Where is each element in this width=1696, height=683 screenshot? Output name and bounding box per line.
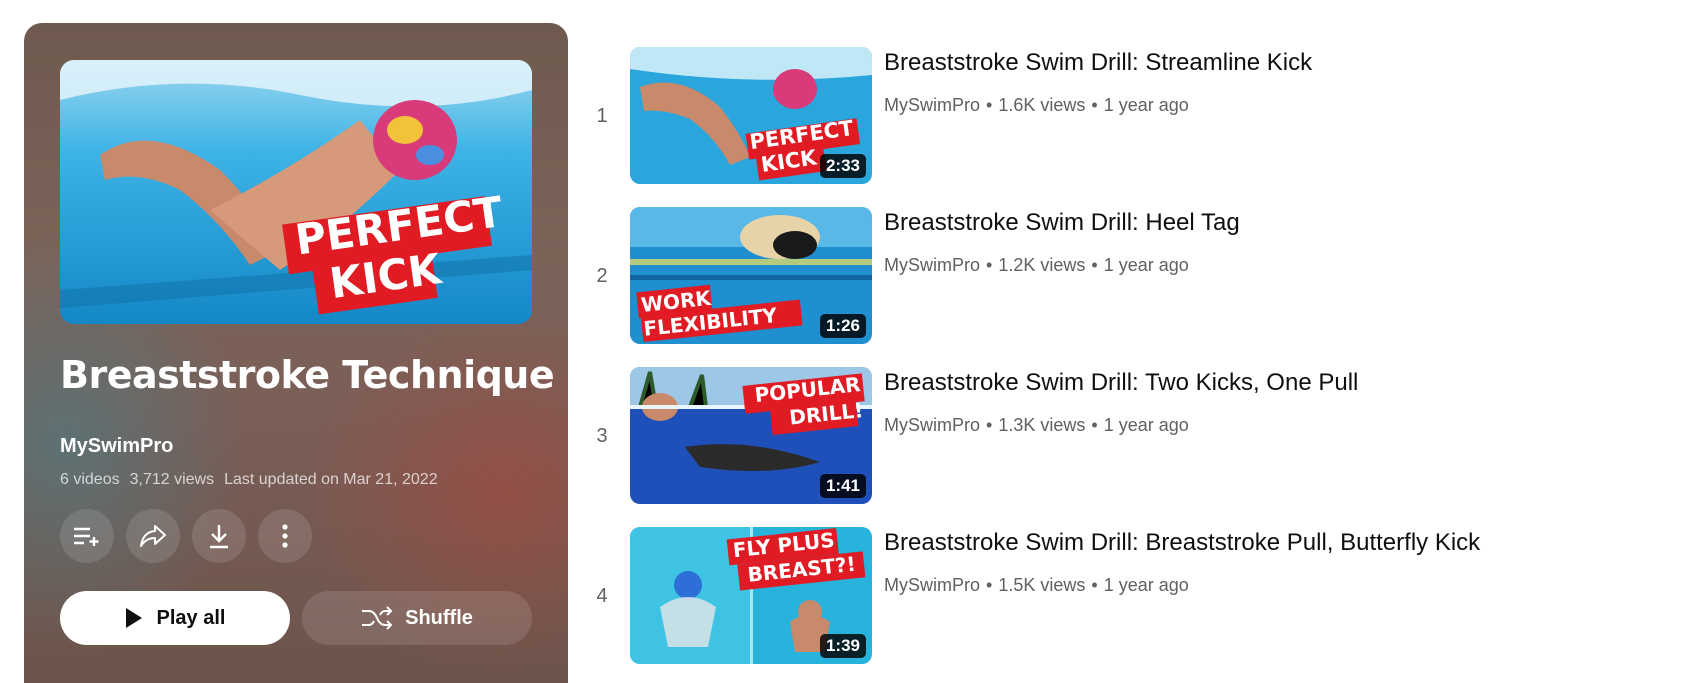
video-index: 1 bbox=[596, 105, 608, 127]
video-index: 2 bbox=[596, 265, 608, 287]
video-views: 1.5K views bbox=[998, 575, 1086, 595]
share-button[interactable] bbox=[126, 509, 180, 563]
more-options-button[interactable] bbox=[258, 509, 312, 563]
last-updated: Last updated on Mar 21, 2022 bbox=[224, 471, 438, 488]
separator-dot: • bbox=[1091, 95, 1098, 115]
separator-dot: • bbox=[986, 415, 993, 435]
video-views: 1.2K views bbox=[998, 255, 1086, 275]
video-list-item[interactable]: 2 WORK FLEXIBILITY 1:26 Breaststroke Swi… bbox=[590, 207, 1670, 345]
playlist-action-icons bbox=[60, 509, 312, 563]
separator-dot: • bbox=[986, 575, 993, 595]
video-title[interactable]: Breaststroke Swim Drill: Two Kicks, One … bbox=[884, 369, 1358, 397]
playlist-hero-thumbnail[interactable]: PERFECT KICK bbox=[60, 60, 532, 324]
video-age: 1 year ago bbox=[1103, 95, 1189, 115]
video-channel[interactable]: MySwimPro bbox=[884, 575, 980, 595]
playlist-views: 3,712 views bbox=[129, 471, 215, 488]
video-meta: MySwimPro • 1.5K views • 1 year ago bbox=[884, 575, 1189, 596]
play-icon bbox=[125, 608, 142, 628]
playlist-stats: 6 videos 3,712 views Last updated on Mar… bbox=[60, 471, 438, 489]
playlist-channel-link[interactable]: MySwimPro bbox=[60, 435, 173, 458]
video-duration: 1:26 bbox=[819, 314, 866, 338]
separator-dot: • bbox=[1091, 415, 1098, 435]
video-title[interactable]: Breaststroke Swim Drill: Streamline Kick bbox=[884, 49, 1312, 77]
playlist-header-panel: PERFECT KICK Breaststroke Technique MySw… bbox=[24, 23, 568, 683]
play-all-label: Play all bbox=[156, 606, 226, 629]
video-thumbnail[interactable]: PERFECT KICK 2:33 bbox=[630, 47, 872, 184]
video-duration: 2:33 bbox=[819, 154, 866, 178]
shuffle-button[interactable]: Shuffle bbox=[302, 591, 532, 645]
video-title[interactable]: Breaststroke Swim Drill: Breaststroke Pu… bbox=[884, 529, 1480, 557]
video-list-item[interactable]: 3 POPULAR DRILL! 1:41 Breaststroke Swim … bbox=[590, 367, 1670, 505]
separator-dot: • bbox=[1091, 255, 1098, 275]
video-meta: MySwimPro • 1.2K views • 1 year ago bbox=[884, 255, 1189, 276]
shuffle-label: Shuffle bbox=[405, 606, 473, 629]
play-all-button[interactable]: Play all bbox=[60, 591, 290, 645]
video-thumbnail[interactable]: POPULAR DRILL! 1:41 bbox=[630, 367, 872, 504]
video-views: 1.6K views bbox=[998, 95, 1086, 115]
video-age: 1 year ago bbox=[1103, 255, 1189, 275]
playlist-title: Breaststroke Technique bbox=[60, 353, 555, 397]
video-channel[interactable]: MySwimPro bbox=[884, 415, 980, 435]
video-meta: MySwimPro • 1.6K views • 1 year ago bbox=[884, 95, 1189, 116]
separator-dot: • bbox=[986, 255, 993, 275]
video-title[interactable]: Breaststroke Swim Drill: Heel Tag bbox=[884, 209, 1240, 237]
video-thumbnail[interactable]: FLY PLUS BREAST?! 1:39 bbox=[630, 527, 872, 664]
video-channel[interactable]: MySwimPro bbox=[884, 255, 980, 275]
separator-dot: • bbox=[986, 95, 993, 115]
video-list-item[interactable]: 4 FLY PLUS BREAST?! 1:39 Breaststroke Sw… bbox=[590, 527, 1670, 665]
video-age: 1 year ago bbox=[1103, 575, 1189, 595]
download-icon bbox=[210, 525, 228, 549]
video-meta: MySwimPro • 1.3K views • 1 year ago bbox=[884, 415, 1189, 436]
video-age: 1 year ago bbox=[1103, 415, 1189, 435]
video-thumbnail[interactable]: WORK FLEXIBILITY 1:26 bbox=[630, 207, 872, 344]
video-duration: 1:41 bbox=[819, 474, 866, 498]
video-list-item[interactable]: 1 PERFECT KICK 2:33 Breaststroke Swim Dr… bbox=[590, 47, 1670, 185]
save-to-playlist-button[interactable] bbox=[60, 509, 114, 563]
video-index: 3 bbox=[596, 425, 608, 447]
separator-dot: • bbox=[1091, 575, 1098, 595]
save-to-playlist-icon bbox=[74, 527, 99, 546]
video-index: 4 bbox=[596, 585, 608, 607]
shuffle-icon bbox=[362, 606, 393, 630]
video-views: 1.3K views bbox=[998, 415, 1086, 435]
download-button[interactable] bbox=[192, 509, 246, 563]
share-icon bbox=[140, 525, 166, 547]
video-duration: 1:39 bbox=[819, 634, 866, 658]
more-options-icon bbox=[282, 524, 288, 548]
video-channel[interactable]: MySwimPro bbox=[884, 95, 980, 115]
video-count: 6 videos bbox=[60, 471, 120, 488]
